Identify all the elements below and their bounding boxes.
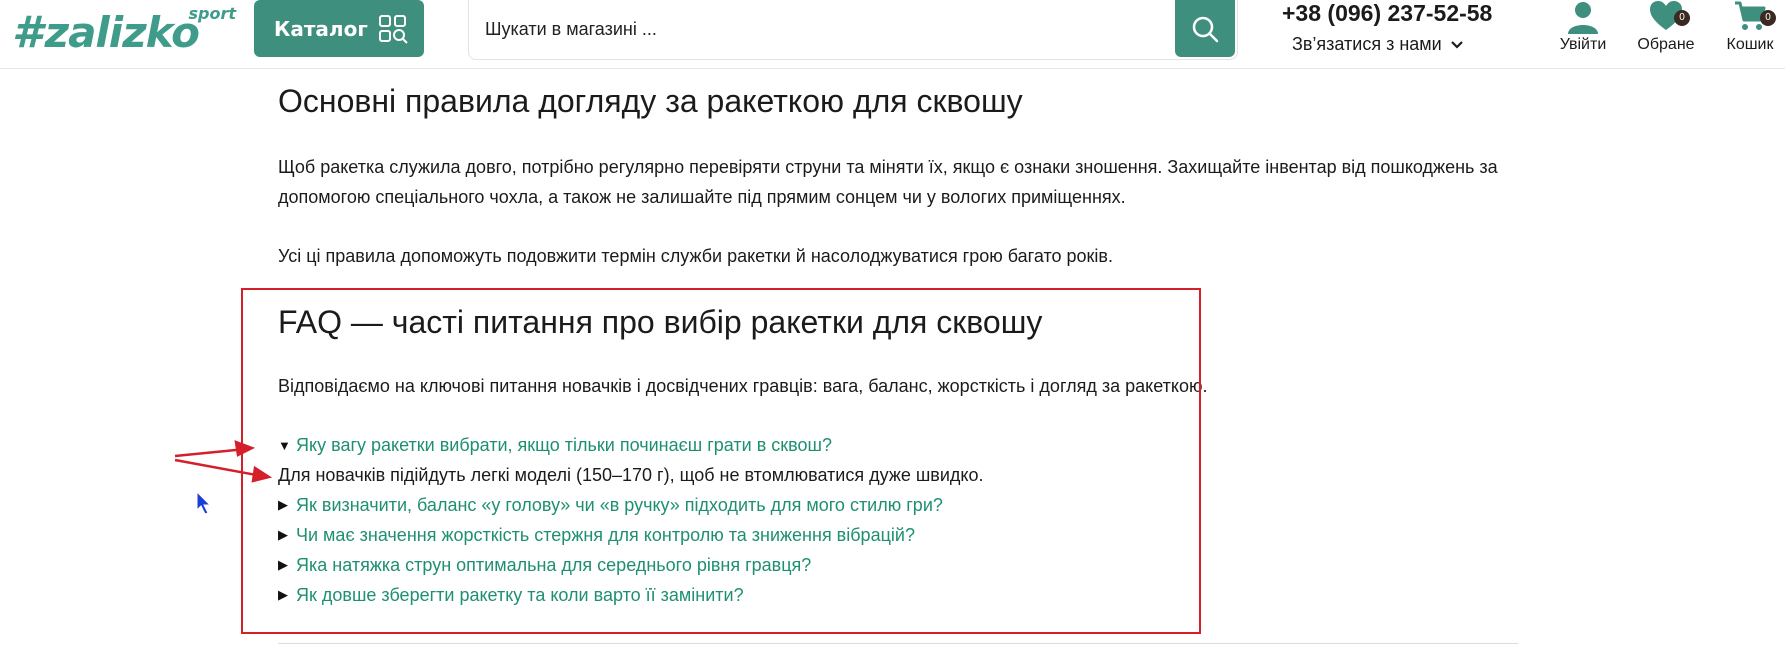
search-icon [1192,16,1219,42]
favorites-label: Обране [1637,36,1695,53]
contact-label: Зв’язатися з нами [1292,34,1442,54]
catalog-grid-icon [379,15,408,44]
catalog-button[interactable]: Каталог [254,0,424,57]
site-header: # zalizko sport Каталог +38 (096) 237-52… [0,0,1785,69]
cart-count-badge: 0 [1760,10,1776,26]
logo[interactable]: # zalizko sport [12,4,236,60]
phone-number[interactable]: +38 (096) 237-52-58 [1282,0,1502,27]
search-button[interactable] [1175,0,1235,57]
favorites-button[interactable]: 0 Обране [1626,0,1706,54]
cart-button[interactable]: 0 Кошик [1710,0,1785,54]
chevron-down-icon [1450,40,1463,49]
rules-paragraph: Усі ці правила допоможуть подовжити терм… [278,246,1113,266]
care-paragraph: Щоб ракетка служила довго, потрібно регу… [278,157,1498,207]
catalog-label: Каталог [274,16,368,41]
logo-text: zalizko [44,7,200,57]
user-icon [1568,2,1598,34]
login-button[interactable]: Увійти [1543,0,1623,54]
cart-label: Кошик [1726,36,1774,53]
annotation-highlight-box [241,288,1201,634]
login-label: Увійти [1559,36,1607,53]
contact-dropdown[interactable]: Зв’язатися з нами [1292,34,1464,55]
section-divider [278,643,1518,644]
care-heading: Основні правила догляду за ракеткою для … [278,83,1023,119]
logo-mark: # [12,6,43,58]
search-bar [468,0,1238,60]
mouse-cursor-icon [196,490,212,515]
search-input[interactable] [483,0,1167,58]
logo-tag: sport [188,4,236,23]
favorites-count-badge: 0 [1674,10,1690,26]
